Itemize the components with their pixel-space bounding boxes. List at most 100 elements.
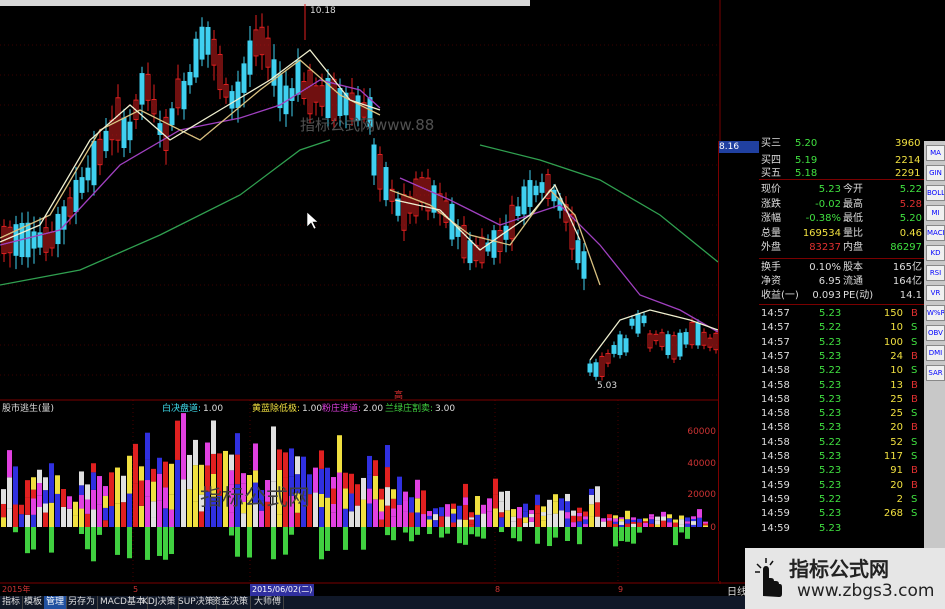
- watermark-title: 指标公式网: [789, 557, 889, 581]
- volume-bar-segment: [703, 525, 708, 527]
- toolbar-button-dmi[interactable]: DMI: [926, 345, 945, 361]
- volume-bar-segment: [205, 510, 210, 527]
- stat-label: 今开: [843, 184, 863, 195]
- volume-bar-negative: [235, 527, 240, 557]
- volume-bar-negative: [25, 527, 30, 554]
- volume-bar-segment: [235, 433, 240, 455]
- ma-line-long: [0, 139, 331, 286]
- bottom-tab[interactable]: 资金决策: [210, 596, 252, 609]
- volume-bar-segment: [121, 502, 126, 527]
- volume-bar-negative: [271, 527, 276, 560]
- volume-bar-segment: [595, 486, 600, 503]
- volume-bar-segment: [241, 473, 246, 484]
- bottom-tab[interactable]: 管理: [44, 596, 68, 609]
- indicator-param: 兰绿庄割卖: 3.00: [385, 402, 455, 416]
- volume-bar-segment: [49, 463, 54, 487]
- tick-time: 14:58: [761, 408, 790, 420]
- volume-bar-segment: [31, 489, 36, 499]
- volume-bar-segment: [103, 520, 108, 527]
- volume-bar-negative: [481, 527, 486, 539]
- candle-body: [527, 180, 533, 207]
- volume-bar-segment: [529, 510, 534, 514]
- volume-bar-segment: [541, 520, 546, 527]
- order-book-row: 买四 5.19 2214: [719, 154, 924, 167]
- volume-bar-segment: [157, 500, 162, 527]
- volume-bar-segment: [349, 511, 354, 527]
- volume-bar-segment: [691, 524, 696, 527]
- stat-value: 5.20: [899, 213, 922, 224]
- volume-bar-segment: [367, 455, 372, 475]
- volume-bar-segment: [505, 510, 510, 527]
- volume-bar-segment: [271, 426, 276, 482]
- volume-bar-segment: [193, 501, 198, 527]
- toolbar-button-obv[interactable]: OBV: [926, 325, 945, 341]
- volume-bar-segment: [385, 505, 390, 527]
- bottom-tab[interactable]: 另存为: [66, 596, 99, 609]
- volume-bar-segment: [151, 517, 156, 527]
- candle-body: [241, 63, 247, 93]
- stat-label: 最高: [843, 198, 863, 210]
- quote-stat-row: 涨幅 -0.38% 最低 5.20: [719, 212, 924, 225]
- tick-price: 5.23: [819, 422, 842, 434]
- window-title-bar: [0, 0, 530, 6]
- volume-bar-segment: [79, 485, 84, 496]
- bottom-tab[interactable]: 模板: [22, 596, 46, 609]
- tick-time: 14:59: [761, 465, 790, 477]
- volume-bar-segment: [37, 483, 42, 496]
- tick-row: 14:57 5.23 150 B: [719, 307, 924, 320]
- tick-volume: 100: [883, 336, 903, 348]
- volume-bar-segment: [7, 450, 12, 478]
- volume-bar-segment: [409, 512, 414, 527]
- divider: [759, 304, 924, 305]
- volume-bar-segment: [493, 478, 498, 495]
- toolbar-button-gin[interactable]: GIN: [926, 165, 945, 181]
- volume-bar-segment: [43, 477, 48, 491]
- candle-body: [581, 251, 587, 279]
- toolbar-button-boll[interactable]: BOLL: [926, 185, 945, 201]
- volume-bar-segment: [211, 453, 216, 474]
- toolbar-button-kd[interactable]: KD: [926, 245, 945, 261]
- volume-bar-segment: [85, 484, 90, 500]
- bottom-tab[interactable]: 大师傅: [252, 596, 285, 609]
- fundamental-value: 164亿: [892, 276, 922, 287]
- candle-body: [467, 240, 473, 264]
- toolbar-button-wr[interactable]: W%R: [926, 305, 945, 321]
- tick-side: B: [911, 350, 918, 362]
- toolbar-button-sar[interactable]: SAR: [926, 365, 945, 381]
- volume-bar-segment: [583, 516, 588, 520]
- volume-bar-segment: [457, 519, 462, 527]
- toolbar-button-rsi[interactable]: RSI: [926, 265, 945, 281]
- tick-row: 14:58 5.22 52 S: [719, 436, 924, 449]
- volume-bar-segment: [367, 503, 372, 527]
- tick-time: 14:57: [761, 350, 790, 362]
- volume-bar-segment: [523, 511, 528, 518]
- volume-bar-segment: [409, 497, 414, 513]
- volume-bar-segment: [343, 488, 348, 509]
- indicator-name[interactable]: 股市逃生(量): [2, 402, 54, 416]
- toolbar-button-mi[interactable]: MI: [926, 205, 945, 221]
- bottom-tab[interactable]: 指标: [0, 596, 24, 609]
- tick-time: 14:58: [761, 379, 790, 391]
- candle-body: [575, 240, 581, 264]
- volume-bar-segment: [685, 521, 690, 524]
- fundamental-value: 14.1: [899, 290, 922, 301]
- toolbar-button-macd[interactable]: MACD: [926, 225, 945, 241]
- volume-bar-segment: [463, 519, 468, 527]
- bottom-tab[interactable]: KDJ决策: [140, 596, 179, 609]
- order-book-label: 买三: [761, 138, 781, 149]
- toolbar-button-ma[interactable]: MA: [926, 145, 945, 161]
- tick-volume: 24: [890, 350, 903, 362]
- volume-axis-label: 60000: [687, 427, 716, 437]
- volume-bar-segment: [613, 518, 618, 522]
- volume-bar-segment: [451, 513, 456, 523]
- fundamental-row: 收益(一) 0.093 PE(动) 14.1: [719, 289, 924, 302]
- candle-body: [539, 182, 545, 193]
- toolbar-button-vr[interactable]: VR: [926, 285, 945, 301]
- volume-bar-segment: [85, 513, 90, 527]
- fundamental-label: 换手: [761, 262, 781, 273]
- stat-value: 169534: [802, 227, 841, 239]
- volume-bar-segment: [613, 524, 618, 527]
- volume-bar-segment: [331, 504, 336, 513]
- volume-bar-segment: [367, 488, 372, 504]
- volume-bar-segment: [97, 504, 102, 527]
